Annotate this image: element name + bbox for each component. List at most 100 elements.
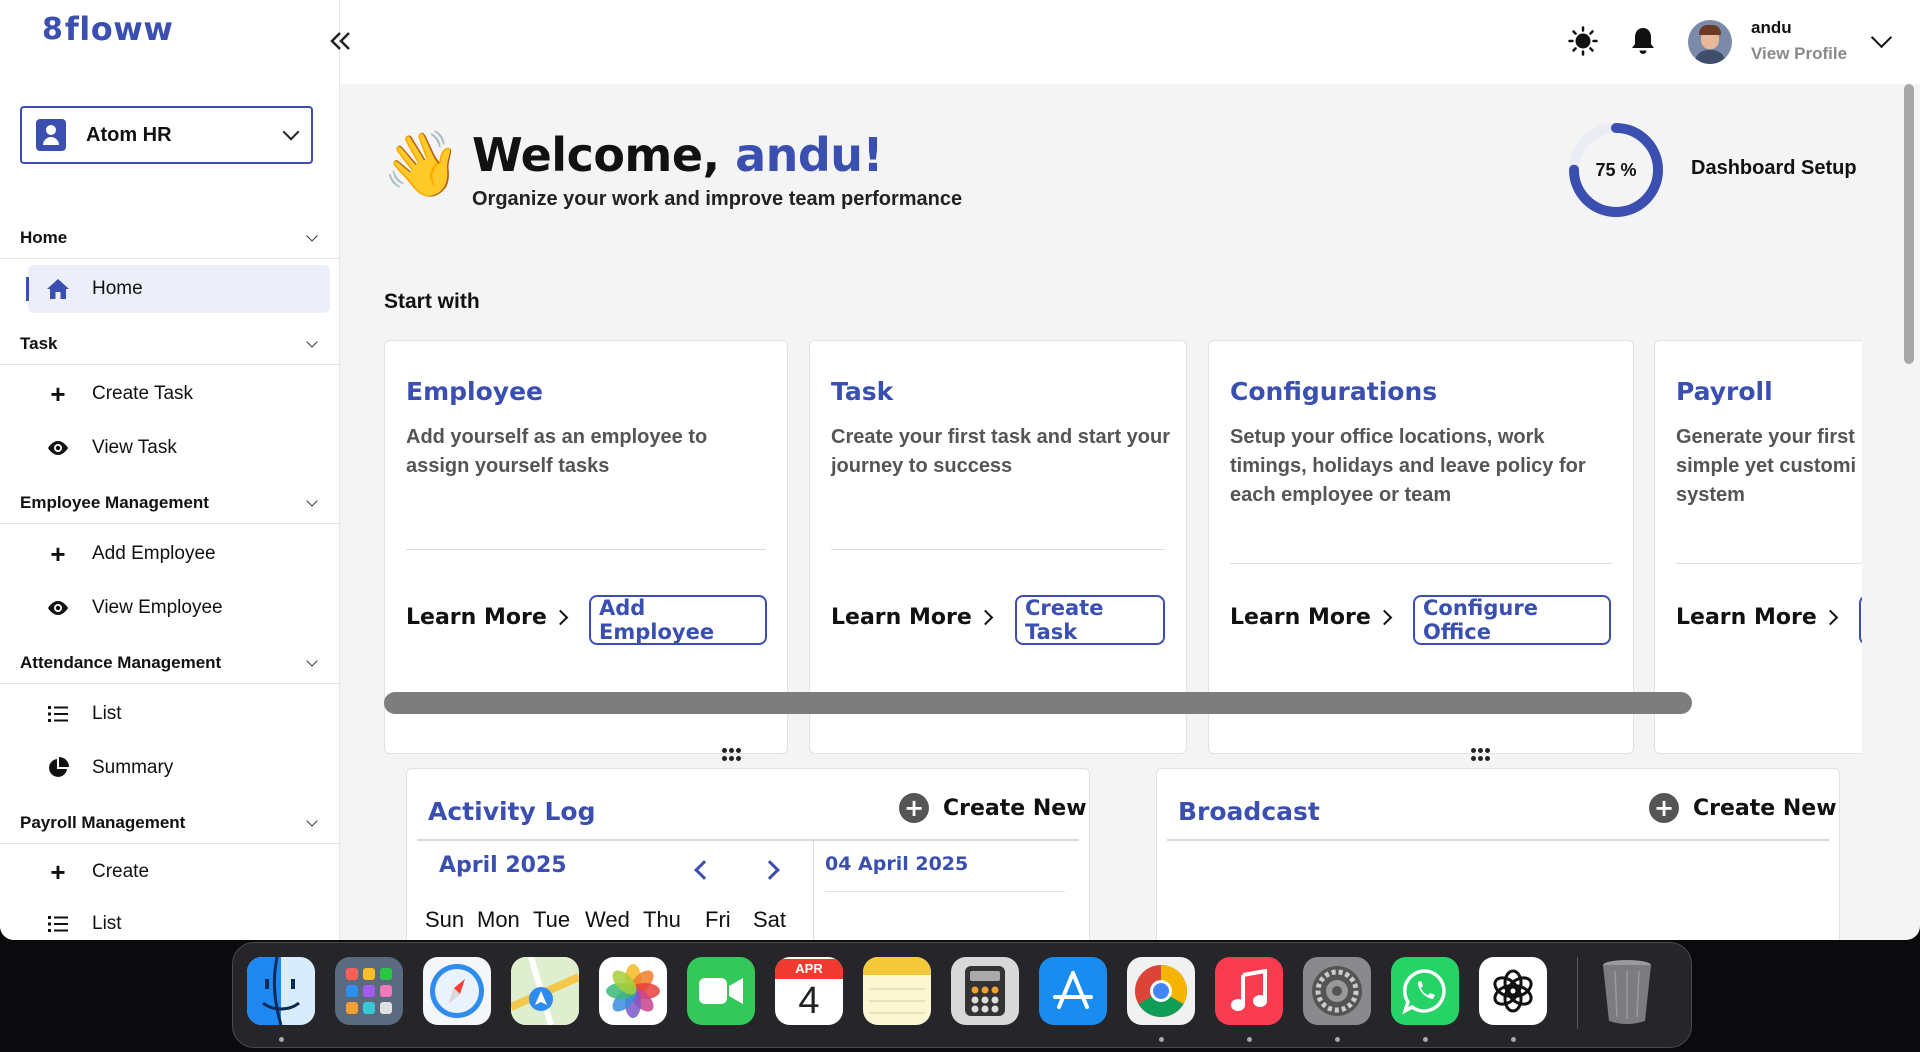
create-new-label: Create New [943, 795, 1087, 821]
calendar-prev-button[interactable] [689, 855, 719, 885]
user-name: andu [1751, 18, 1792, 37]
sidebar-item-attendance-list[interactable]: List [28, 690, 330, 738]
dock-calculator[interactable] [951, 957, 1019, 1025]
dock-chrome[interactable] [1127, 957, 1195, 1025]
dock-chatgpt[interactable] [1479, 957, 1547, 1025]
dock-app-store[interactable] [1039, 957, 1107, 1025]
bell-icon[interactable] [1626, 24, 1660, 58]
learn-more-link[interactable]: Learn More [406, 605, 569, 630]
learn-more-label: Learn More [831, 605, 972, 630]
dock-finder[interactable] [247, 957, 315, 1025]
sidebar-item-label: List [92, 703, 122, 724]
add-employee-button[interactable]: Add Employee [589, 595, 767, 645]
chevron-right-icon [977, 609, 994, 626]
dock-safari[interactable] [423, 957, 491, 1025]
avatar[interactable] [1688, 20, 1732, 64]
calendar-next-button[interactable] [755, 855, 785, 885]
sidebar-item-payroll-create[interactable]: + Create [28, 848, 330, 896]
payroll-button[interactable] [1859, 595, 1862, 645]
activity-create-new-button[interactable]: + Create New [899, 793, 1087, 823]
sidebar-item-home[interactable]: Home [26, 265, 330, 313]
dock-photos[interactable] [599, 957, 667, 1025]
drag-handle-icon[interactable] [1471, 748, 1491, 762]
configure-office-button[interactable]: Configure Office [1413, 595, 1611, 645]
dock: APR 4 [232, 942, 1692, 1048]
organization-select[interactable]: Atom HR [20, 106, 313, 164]
page-vertical-scrollbar[interactable] [1904, 84, 1914, 364]
section-attendance-management[interactable]: Attendance Management [20, 643, 320, 683]
divider [417, 839, 1079, 841]
section-home[interactable]: Home [20, 218, 320, 258]
drag-handle-icon[interactable] [722, 748, 742, 762]
divider [0, 843, 339, 844]
card-title: Payroll [1676, 377, 1773, 406]
brand-name: floww [64, 10, 174, 48]
running-indicator [1423, 1037, 1428, 1042]
dock-calendar[interactable]: APR 4 [775, 957, 843, 1025]
weekday-label: Fri [705, 907, 731, 932]
create-task-button[interactable]: Create Task [1015, 595, 1165, 645]
dock-system-settings[interactable] [1303, 957, 1371, 1025]
sidebar: 8 floww Atom HR Home Home Task + Create … [0, 0, 340, 940]
chevron-right-icon [1376, 609, 1393, 626]
section-task[interactable]: Task [20, 324, 320, 364]
learn-more-link[interactable]: Learn More [1230, 605, 1393, 630]
view-profile-link[interactable]: View Profile [1751, 44, 1847, 64]
dock-facetime[interactable] [687, 957, 755, 1025]
chevron-down-icon [306, 336, 318, 348]
widget-title: Activity Log [428, 797, 596, 826]
dock-notes[interactable] [863, 957, 931, 1025]
section-title: Payroll Management [20, 813, 186, 832]
gear-icon [1312, 966, 1362, 1016]
sidebar-item-label: Create Task [92, 383, 194, 404]
waving-hand-icon: 👋 [382, 128, 462, 200]
sidebar-item-view-employee[interactable]: View Employee [28, 584, 330, 632]
cards-horizontal-scrollbar[interactable] [384, 692, 1692, 714]
card-description: Generate your first simple yet customi s… [1676, 426, 1857, 506]
card-title: Configurations [1230, 377, 1438, 406]
learn-more-label: Learn More [1230, 605, 1371, 630]
plus-icon: + [50, 538, 66, 569]
app-store-icon [1053, 971, 1093, 1009]
running-indicator [1511, 1037, 1516, 1042]
broadcast-widget: Broadcast + Create New [1156, 768, 1840, 940]
calculator-icon [965, 966, 1005, 1016]
section-payroll-management[interactable]: Payroll Management [20, 803, 320, 843]
chevron-left-icon [694, 860, 714, 880]
divider [1676, 563, 1862, 564]
learn-more-label: Learn More [406, 605, 547, 630]
chevron-down-icon [282, 123, 300, 141]
card-title: Employee [406, 377, 543, 406]
safari-icon [430, 964, 484, 1018]
brand-logo[interactable]: 8 floww [42, 10, 173, 48]
sidebar-item-label: Add Employee [92, 543, 216, 564]
divider [813, 841, 814, 940]
dock-launchpad[interactable] [335, 957, 403, 1025]
sidebar-item-create-task[interactable]: + Create Task [28, 370, 330, 418]
chevron-down-icon[interactable] [1870, 26, 1893, 49]
collapse-sidebar-button[interactable] [326, 26, 356, 56]
sidebar-item-label: View Employee [92, 597, 223, 618]
sidebar-item-payroll-list[interactable]: List [28, 900, 330, 940]
dock-trash[interactable] [1593, 957, 1661, 1025]
learn-more-link[interactable]: Learn More [831, 605, 994, 630]
sidebar-item-attendance-summary[interactable]: Summary [28, 744, 330, 792]
broadcast-create-new-button[interactable]: + Create New [1649, 793, 1837, 823]
pie-chart-icon [44, 757, 72, 779]
chatgpt-icon [1493, 969, 1533, 1013]
dashboard-setup-label[interactable]: Dashboard Setup [1691, 157, 1857, 180]
sidebar-item-view-task[interactable]: View Task [28, 424, 330, 472]
dock-music[interactable] [1215, 957, 1283, 1025]
maps-icon [511, 957, 579, 1025]
divider [406, 549, 766, 550]
sidebar-item-add-employee[interactable]: + Add Employee [28, 530, 330, 578]
selected-date: 04 April 2025 [825, 853, 969, 875]
sun-icon[interactable] [1566, 24, 1600, 58]
plus-icon: + [50, 378, 66, 409]
divider [1167, 839, 1829, 841]
finder-icon [247, 957, 315, 1025]
dock-whatsapp[interactable] [1391, 957, 1459, 1025]
learn-more-link[interactable]: Learn More [1676, 605, 1839, 630]
dock-maps[interactable] [511, 957, 579, 1025]
section-employee-management[interactable]: Employee Management [20, 483, 320, 523]
